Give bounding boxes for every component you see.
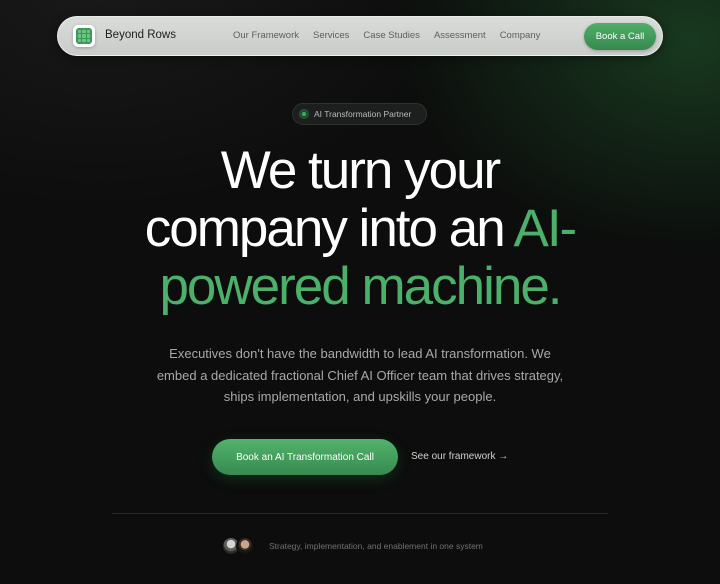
avatar <box>236 537 254 555</box>
trust-caption: Strategy, implementation, and enablement… <box>269 541 483 551</box>
book-transformation-call-button[interactable]: Book an AI Transformation Call <box>212 439 398 475</box>
nav-link-assessment[interactable]: Assessment <box>434 30 486 41</box>
nav-link-our-framework[interactable]: Our Framework <box>233 30 299 41</box>
headline-line-1: We turn your <box>220 141 501 200</box>
badge-label: AI Transformation Partner <box>314 109 412 119</box>
hero-subtext: Executives don't have the bandwidth to l… <box>156 346 564 404</box>
section-divider <box>112 513 608 514</box>
nav-link-services[interactable]: Services <box>313 30 349 41</box>
book-a-call-button[interactable]: Book a Call <box>584 23 656 50</box>
headline-accent-2: powered machine. <box>159 257 562 316</box>
brand-name[interactable]: Beyond Rows <box>105 29 176 41</box>
headline-accent-1: AI- <box>513 199 577 258</box>
nav-links: Our Framework Services Case Studies Asse… <box>233 30 540 41</box>
hero-headline: We turn your company into an AI- powered… <box>0 142 720 316</box>
partner-badge: AI Transformation Partner <box>292 103 427 125</box>
avatar-group <box>222 537 258 555</box>
top-nav: Beyond Rows Our Framework Services Case … <box>57 16 663 56</box>
headline-line-2: company into an <box>144 199 514 258</box>
nav-link-company[interactable]: Company <box>500 30 541 41</box>
status-dot-icon <box>300 110 308 118</box>
see-framework-link[interactable]: See our framework → <box>411 451 508 462</box>
nav-link-case-studies[interactable]: Case Studies <box>363 30 420 41</box>
grid-logo-icon[interactable] <box>73 25 95 47</box>
